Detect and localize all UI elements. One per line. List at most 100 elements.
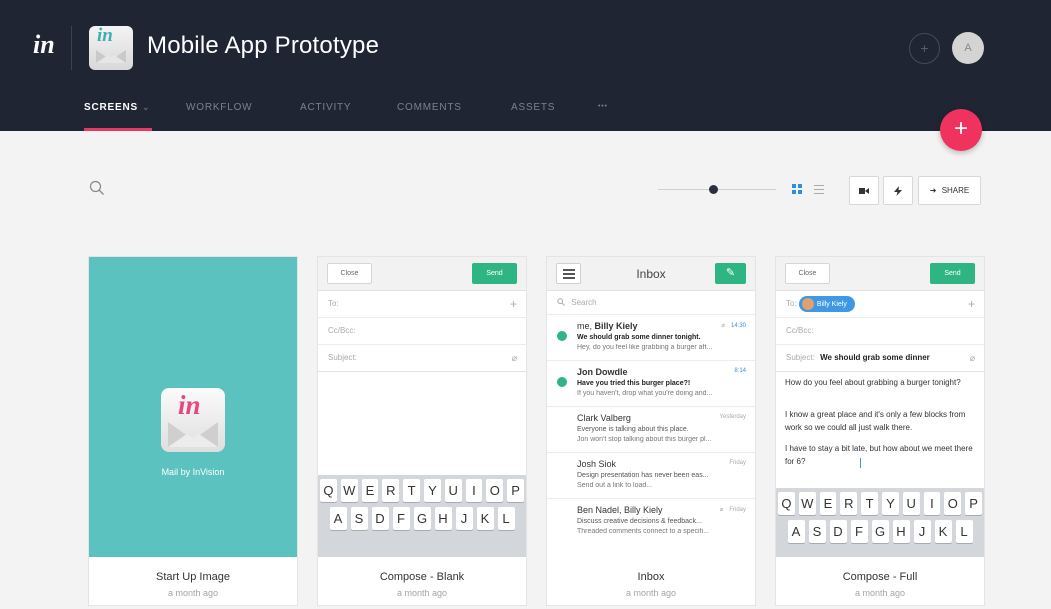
screen-name[interactable]: Start Up Image [89, 571, 297, 583]
mail-app-glyph: in [178, 390, 201, 420]
screen-card-start-up[interactable]: in Mail by InVision Start Up Image a mon… [89, 257, 297, 605]
list-view-icon[interactable] [812, 182, 826, 196]
list-item: Josh Siok Design presentation has never … [547, 453, 755, 499]
message-sender: Ben Nadel, Billy Kiely [577, 505, 663, 515]
key-h: H [892, 520, 910, 543]
screen-thumbnail[interactable]: Inbox ✎ Search me, Billy Kiely We should… [547, 257, 755, 557]
compose-icon: ✎ [715, 263, 746, 284]
attachment-icon: ⌀ [511, 353, 517, 363]
add-collaborator-button[interactable]: + [909, 33, 940, 64]
screen-card-inbox[interactable]: Inbox ✎ Search me, Billy Kiely We should… [547, 257, 755, 605]
subject-field: Subject: We should grab some dinner ⌀ [776, 345, 984, 372]
to-field: To: + [318, 291, 526, 318]
share-label: SHARE [941, 186, 970, 195]
text-cursor [860, 458, 861, 468]
avatar[interactable]: A [952, 32, 984, 64]
keyboard-row-2: ASDFGHJKL [776, 520, 984, 543]
body-paragraph: I have to stay a bit late, but how about… [785, 444, 973, 466]
hotspot-button[interactable] [883, 176, 913, 205]
add-screen-button[interactable]: + [940, 109, 982, 151]
tab-screens[interactable]: SCREENS ⌄ [84, 102, 150, 113]
key-g: G [871, 520, 889, 543]
lightning-icon [894, 186, 902, 196]
screen-name[interactable]: Compose - Full [776, 571, 984, 583]
screen-date: a month ago [167, 588, 219, 598]
keyboard: QWERTYUIOP ASDFGHJKL [776, 488, 984, 557]
preview-video-button[interactable] [849, 176, 879, 205]
key-d: D [371, 507, 389, 530]
key-u: U [444, 479, 462, 502]
screen-thumbnail[interactable]: in Mail by InVision [89, 257, 297, 557]
recipient-chip: Billy Kiely [798, 296, 855, 312]
attachment-icon: ⌀ [969, 353, 975, 363]
to-field: To: Billy Kiely + [776, 291, 984, 318]
message-subject: We should grab some dinner tonight. [577, 334, 701, 341]
screen-card-compose-blank[interactable]: Close Send To: + Cc/Bcc: Subject: ⌀ QWERTY… [318, 257, 526, 605]
to-label: To: [328, 299, 339, 308]
envelope-icon [96, 50, 126, 63]
tab-assets[interactable]: ASSETS [511, 102, 555, 113]
screen-card-compose-full[interactable]: Close Send To: Billy Kiely + Cc/Bcc: Sub… [776, 257, 984, 605]
envelope-icon [168, 422, 218, 447]
screen-name[interactable]: Inbox [547, 571, 755, 583]
key-a: A [329, 507, 347, 530]
key-p: P [507, 479, 524, 502]
tab-screens-label: SCREENS [84, 102, 138, 113]
screen-name[interactable]: Compose - Blank [318, 571, 526, 583]
message-time: ⌀ 14:30 [721, 322, 746, 329]
message-preview: Jon won't stop talking about this burger… [577, 436, 712, 443]
search-icon [557, 298, 565, 306]
inbox-toolbar: Inbox ✎ [547, 257, 755, 291]
keyboard-row-1: QWERTYUIOP [776, 492, 984, 515]
key-q: Q [778, 492, 795, 515]
screen-thumbnail[interactable]: Close Send To: Billy Kiely + Cc/Bcc: Sub… [776, 257, 984, 557]
body-paragraph: How do you feel about grabbing a burger … [785, 378, 961, 387]
tab-activity[interactable]: ACTIVITY [300, 102, 351, 113]
message-preview: If you haven't, drop what you're doing a… [577, 390, 713, 397]
message-subject: Everyone is talking about this place. [577, 426, 689, 433]
message-sender: me, Billy Kiely [577, 321, 638, 331]
zoom-slider-handle[interactable] [709, 185, 718, 194]
screen-date: a month ago [625, 588, 677, 598]
chevron-down-icon: ⌄ [141, 102, 151, 112]
sender-prefix: me, [577, 321, 595, 331]
key-y: Y [882, 492, 899, 515]
attachment-icon: ⌀ [719, 507, 724, 513]
screen-thumbnail[interactable]: Close Send To: + Cc/Bcc: Subject: ⌀ QWERTY… [318, 257, 526, 557]
plus-icon: + [509, 297, 517, 311]
list-item: Clark Valberg Everyone is talking about … [547, 407, 755, 453]
key-w: W [798, 492, 816, 515]
keyboard: QWERTYUIOP ASDFGHJKL [318, 475, 526, 557]
ccbcc-field: Cc/Bcc: [318, 318, 526, 345]
send-button: Send [472, 263, 517, 284]
message-sender: Jon Dowdle [577, 367, 628, 377]
key-g: G [413, 507, 431, 530]
inbox-search: Search [547, 291, 755, 315]
project-tabs: SCREENS ⌄ WORKFLOW ACTIVITY COMMENTS ASSE… [0, 100, 1051, 131]
subject-field: Subject: ⌀ [318, 345, 526, 372]
more-tabs-button[interactable]: ••• [598, 103, 608, 110]
message-time: ⌀ Friday [720, 506, 746, 513]
key-p: P [965, 492, 982, 515]
key-j: J [455, 507, 473, 530]
tab-workflow[interactable]: WORKFLOW [186, 102, 252, 113]
tab-comments[interactable]: COMMENTS [397, 102, 462, 113]
search-icon[interactable] [89, 180, 105, 196]
key-i: I [923, 492, 941, 515]
key-u: U [902, 492, 920, 515]
message-sender: Josh Siok [577, 459, 617, 469]
share-button[interactable]: ➜ SHARE [918, 176, 981, 205]
grid-view-icon[interactable] [790, 182, 804, 196]
keyboard-row-1: QWERTYUIOP [318, 479, 526, 502]
key-y: Y [424, 479, 441, 502]
key-s: S [808, 520, 826, 543]
invision-logo[interactable]: in [33, 30, 55, 60]
sender-name: Billy Kiely [594, 321, 638, 331]
plus-icon: + [967, 297, 975, 311]
list-item: Ben Nadel, Billy Kiely Discuss creative … [547, 499, 755, 545]
body-paragraph: I know a great place and it's only a few… [785, 410, 966, 432]
key-r: R [382, 479, 400, 502]
top-header: in in Mobile App Prototype + A SCREENS ⌄ … [0, 0, 1051, 131]
project-icon[interactable]: in [89, 25, 133, 70]
keyboard-row-2: ASDFGHJKL [318, 507, 526, 530]
